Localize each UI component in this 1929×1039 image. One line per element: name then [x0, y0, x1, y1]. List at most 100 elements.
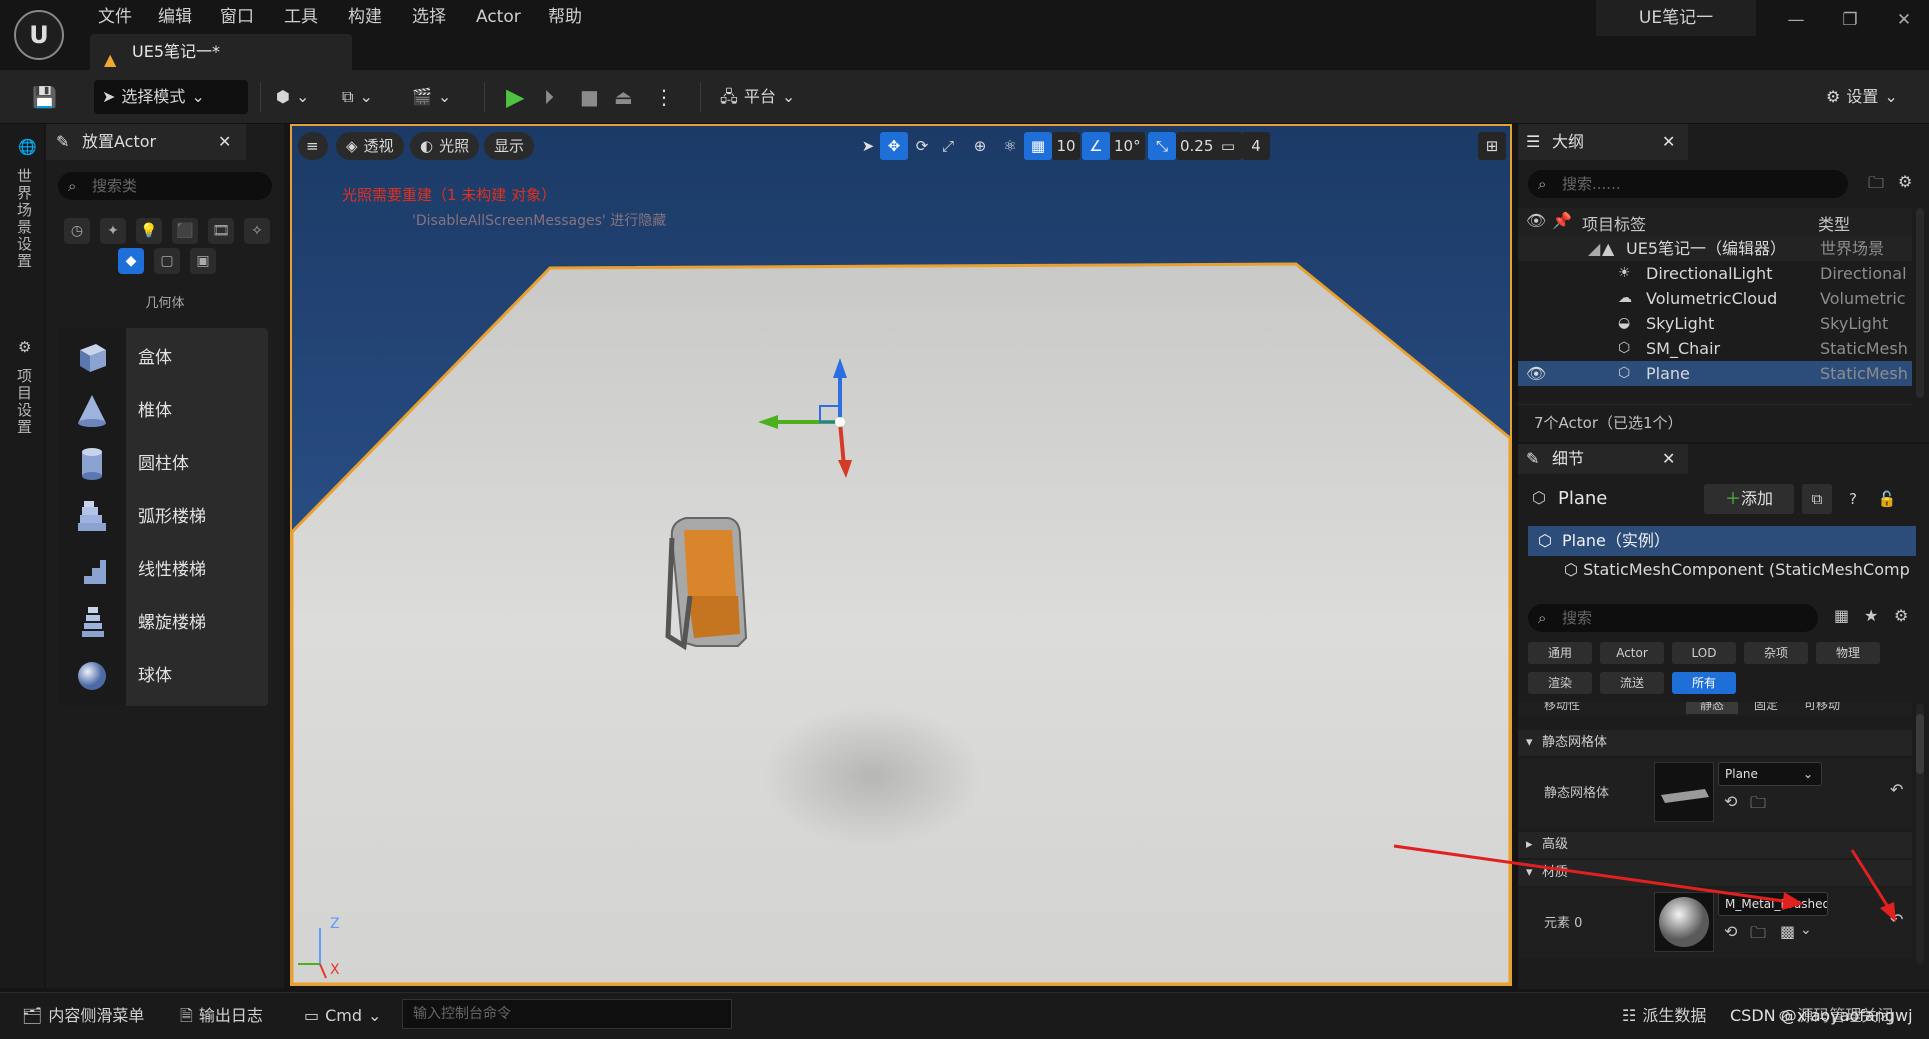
place-item-spiral-stairs[interactable]: 螺旋楼梯: [58, 593, 268, 653]
rotate-tool-icon[interactable]: ⟳: [908, 132, 936, 160]
static-mesh-thumbnail[interactable]: [1654, 762, 1714, 822]
volumes-icon[interactable]: ▢: [154, 248, 180, 274]
world-settings-tab[interactable]: 世界场景设置: [14, 168, 35, 270]
level-viewport[interactable]: ≡ ◈ 透视 ◐ 光照 显示 ➤ ✥ ⟳ ⤢ ⊕ ⚛ ▦ 10 ∠ 10° ⤡ …: [290, 124, 1512, 986]
filter-misc[interactable]: 杂项: [1744, 642, 1808, 664]
blueprint-button[interactable]: ⧉ ⌄: [334, 80, 381, 114]
recent-icon[interactable]: ◷: [64, 218, 90, 244]
place-item-sphere[interactable]: 球体: [58, 646, 268, 706]
outliner-row-selected[interactable]: 👁 ⬡ Plane StaticMesh: [1518, 361, 1912, 386]
section-material[interactable]: ▾ 材质: [1518, 860, 1912, 886]
pin-icon[interactable]: 📌: [1552, 211, 1572, 230]
section-advanced[interactable]: ▸ 高级: [1518, 832, 1912, 858]
gear-icon[interactable]: ⚙: [1894, 606, 1908, 625]
cinematics-button[interactable]: 🎬 ⌄: [404, 80, 459, 114]
place-item-box[interactable]: 盒体: [58, 328, 268, 388]
select-tool-icon[interactable]: ➤: [854, 132, 882, 160]
filter-physics[interactable]: 物理: [1816, 642, 1880, 664]
star-icon[interactable]: ★: [1864, 606, 1878, 625]
details-tab[interactable]: ✎ 细节 ✕: [1518, 444, 1688, 474]
component-instance-row[interactable]: ⬡ Plane（实例）: [1528, 526, 1916, 556]
use-selected-icon[interactable]: ⟲: [1724, 792, 1737, 811]
close-icon[interactable]: ✕: [1884, 6, 1924, 34]
help-icon[interactable]: ?: [1838, 484, 1868, 514]
reset-icon[interactable]: ↶: [1890, 780, 1903, 799]
lighting-button[interactable]: ◐ 光照: [410, 132, 480, 160]
menu-edit[interactable]: 编辑: [150, 4, 200, 30]
camera-speed-icon[interactable]: ▭: [1214, 132, 1242, 160]
table-view-icon[interactable]: ▦: [1834, 606, 1849, 625]
level-tab[interactable]: ▲ UE5笔记一*: [90, 34, 352, 70]
eject-icon[interactable]: ⏏: [606, 80, 641, 114]
close-icon[interactable]: ✕: [1662, 124, 1675, 160]
save-icon[interactable]: 💾: [24, 80, 65, 114]
add-content-button[interactable]: ⬢ ⌄: [268, 80, 317, 114]
chair-mesh[interactable]: [665, 517, 748, 651]
eye-icon[interactable]: 👁: [1526, 211, 1546, 230]
shapes-icon[interactable]: ⬛: [172, 218, 198, 244]
step-icon[interactable]: ⏵: [536, 80, 562, 114]
play-icon[interactable]: ▶: [498, 80, 532, 114]
grid-snap-icon[interactable]: ▦: [1024, 132, 1052, 160]
outliner-scrollbar[interactable]: [1916, 208, 1924, 398]
filter-rendering[interactable]: 渲染: [1528, 672, 1592, 694]
all-classes-icon[interactable]: ▣: [190, 248, 216, 274]
reset-icon[interactable]: ↶: [1890, 910, 1903, 929]
section-static-mesh[interactable]: ▾ 静态网格体: [1518, 730, 1912, 756]
visual-effects-icon[interactable]: ✧: [244, 218, 270, 244]
blueprint-convert-icon[interactable]: ⧉: [1802, 484, 1832, 514]
scale-snap-value[interactable]: 0.25: [1176, 132, 1218, 160]
mobility-movable[interactable]: 可移动: [1794, 702, 1850, 713]
mobility-static[interactable]: 静态: [1686, 702, 1738, 714]
filter-actor[interactable]: Actor: [1600, 642, 1664, 664]
use-selected-icon[interactable]: ⟲: [1724, 922, 1737, 941]
gear-icon[interactable]: ⚙: [1898, 172, 1912, 191]
place-item-cone[interactable]: 椎体: [58, 381, 268, 441]
translate-tool-icon[interactable]: ✥: [880, 132, 908, 160]
menu-tools[interactable]: 工具: [276, 4, 326, 30]
platforms-dropdown[interactable]: 🖧 平台 ⌄: [712, 80, 803, 114]
outliner-tab[interactable]: ☰ 大纲 ✕: [1518, 124, 1688, 160]
scale-snap-icon[interactable]: ⤡: [1148, 132, 1176, 160]
unreal-logo-icon[interactable]: U: [14, 10, 64, 60]
rotation-snap-value[interactable]: 10°: [1110, 132, 1145, 160]
perspective-button[interactable]: ◈ 透视: [336, 132, 404, 160]
eye-icon[interactable]: 👁: [1526, 361, 1546, 386]
menu-build[interactable]: 构建: [340, 4, 390, 30]
close-icon[interactable]: ✕: [218, 124, 231, 160]
place-item-linear-stairs[interactable]: 线性楼梯: [58, 540, 268, 600]
static-mesh-asset-picker[interactable]: Plane ⌄: [1718, 762, 1822, 786]
outliner-row[interactable]: ☁ VolumetricCloud Volumetric: [1518, 286, 1912, 311]
details-scrollbar[interactable]: [1916, 704, 1924, 964]
viewport-layout-icon[interactable]: ⊞: [1478, 132, 1506, 160]
close-icon[interactable]: ✕: [1662, 444, 1675, 474]
restore-icon[interactable]: ❐: [1830, 6, 1870, 34]
outliner-search-input[interactable]: ⌕ 搜索......: [1528, 170, 1848, 198]
menu-file[interactable]: 文件: [90, 4, 140, 30]
folder-add-icon[interactable]: 🗀: [1868, 172, 1884, 199]
console-input[interactable]: 输入控制台命令: [402, 999, 732, 1029]
mobility-stationary[interactable]: 固定: [1740, 702, 1792, 713]
place-search-input[interactable]: ⌕ 搜索类: [58, 172, 272, 200]
filter-general[interactable]: 通用: [1528, 642, 1592, 664]
plane-mesh[interactable]: [292, 262, 1510, 984]
show-button[interactable]: 显示: [484, 132, 535, 160]
play-options-icon[interactable]: ⋮: [646, 80, 682, 114]
details-search-input[interactable]: ⌕ 搜索: [1528, 604, 1818, 632]
scale-tool-icon[interactable]: ⤢: [934, 132, 962, 160]
grid-snap-value[interactable]: 10: [1052, 132, 1080, 160]
material-asset-picker[interactable]: M_Metal_Brushed: [1718, 892, 1828, 916]
chevron-down-icon[interactable]: ⌄: [1800, 922, 1812, 938]
outliner-row[interactable]: ☀ DirectionalLight Directional: [1518, 261, 1912, 286]
menu-help[interactable]: 帮助: [540, 4, 590, 30]
geometry-icon[interactable]: ◆: [118, 248, 144, 274]
filter-all[interactable]: 所有: [1672, 672, 1736, 694]
outliner-row[interactable]: ◒ SkyLight SkyLight: [1518, 311, 1912, 336]
content-drawer-button[interactable]: 🗂 内容侧滑菜单: [14, 1001, 152, 1031]
place-item-cylinder[interactable]: 圆柱体: [58, 434, 268, 494]
outliner-row[interactable]: ⬡ SM_Chair StaticMesh: [1518, 336, 1912, 361]
project-settings-tab[interactable]: 项目设置: [14, 368, 35, 436]
browse-icon[interactable]: 🗀: [1750, 922, 1766, 949]
cinematic-icon[interactable]: 🎞: [208, 218, 234, 244]
derived-data-button[interactable]: ☷ 派生数据: [1614, 1001, 1714, 1031]
